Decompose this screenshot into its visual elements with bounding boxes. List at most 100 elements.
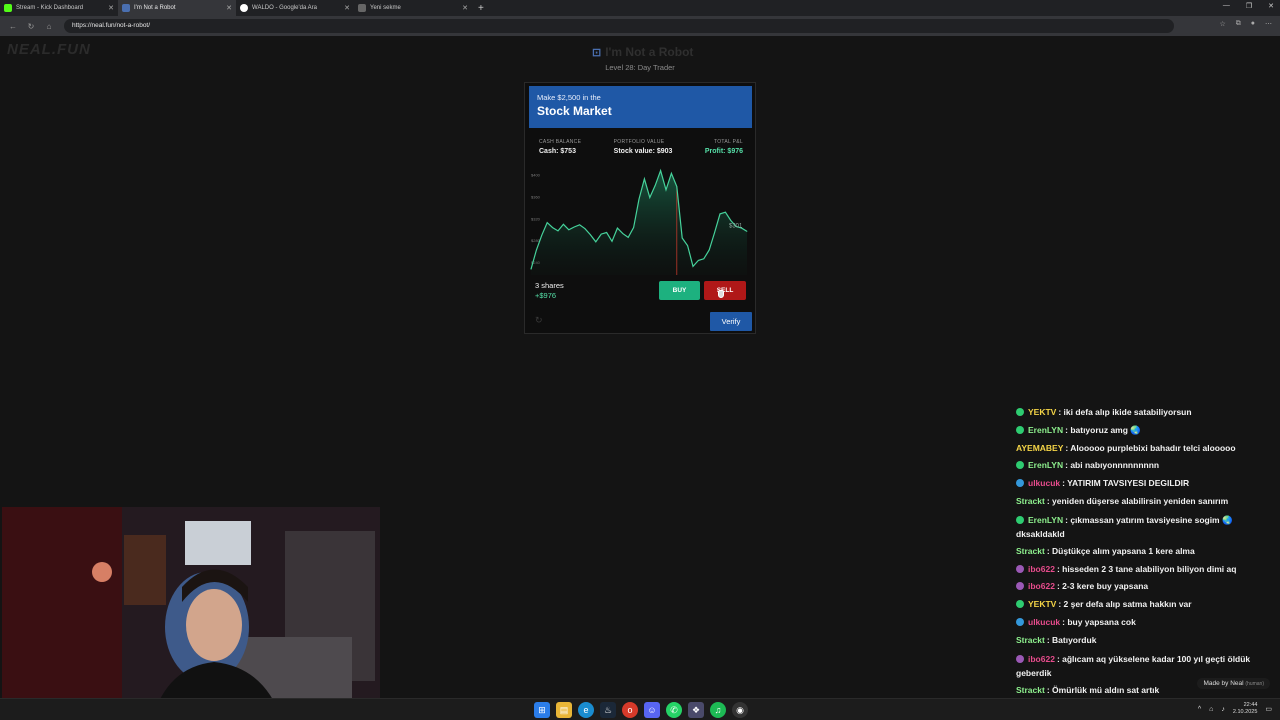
chat-username[interactable]: YEKTV xyxy=(1028,407,1056,417)
tab-new-tab[interactable]: Yeni sekme ✕ xyxy=(354,0,472,16)
extensions-icon[interactable]: ⧉ xyxy=(1236,20,1241,28)
chat-username[interactable]: ulkucuk xyxy=(1028,478,1060,488)
volume-icon[interactable]: ♪ xyxy=(1221,706,1225,713)
chat-username[interactable]: ibo622 xyxy=(1028,564,1055,574)
verify-button[interactable]: Verify xyxy=(710,312,752,331)
chat-message: ibo622: ağlıcam aq yükselene kadar 100 y… xyxy=(1016,650,1278,682)
chat-username[interactable]: Strackt xyxy=(1016,546,1045,556)
browser-tab-bar: Stream - Kick Dashboard ✕ I'm Not a Robo… xyxy=(0,0,1280,16)
price-point xyxy=(714,232,715,233)
cash-label: CASH BALANCE xyxy=(539,139,582,145)
home-icon[interactable]: ⌂ xyxy=(44,22,54,31)
chat-username[interactable]: ErenLYN xyxy=(1028,460,1063,470)
site-logo[interactable]: NEAL.FUN xyxy=(7,41,91,58)
edge-icon[interactable]: e xyxy=(578,702,594,718)
chat-message: Strackt: Düştükçe alım yapsana 1 kere al… xyxy=(1016,543,1278,561)
price-point xyxy=(649,197,651,198)
tab-label: WALDO - Google'da Ara xyxy=(252,5,317,11)
minimize-icon[interactable]: — xyxy=(1223,2,1230,10)
chat-username[interactable]: Strackt xyxy=(1016,685,1045,695)
start-icon[interactable]: ⊞ xyxy=(534,702,550,718)
chat-username[interactable]: ErenLYN xyxy=(1028,425,1063,435)
chat-badge-icon xyxy=(1016,515,1024,524)
chat-username[interactable]: ErenLYN xyxy=(1028,515,1063,525)
price-point xyxy=(606,232,607,233)
new-tab-button[interactable]: + xyxy=(478,3,484,14)
network-icon[interactable]: ⌂ xyxy=(1209,706,1213,713)
chat-username[interactable]: Strackt xyxy=(1016,496,1045,506)
reload-icon[interactable]: ↻ xyxy=(26,22,36,31)
chat-text: : buy yapsana cok xyxy=(1062,616,1136,627)
chat-message: AYEMABEY: Alooooo purplebixi bahadır tel… xyxy=(1016,440,1278,458)
cash-stat: CASH BALANCE Cash: $753 xyxy=(539,139,581,155)
tab-not-a-robot[interactable]: I'm Not a Robot ✕ xyxy=(118,0,236,16)
whatsapp-icon[interactable]: ✆ xyxy=(666,702,682,718)
menu-icon[interactable]: ⋯ xyxy=(1265,20,1272,28)
price-point xyxy=(617,227,618,229)
close-icon[interactable]: ✕ xyxy=(108,4,114,12)
price-point xyxy=(698,260,699,261)
address-bar-row: ← ↻ ⌂ https://neal.fun/not-a-robot/ ☆ ⧉ … xyxy=(0,16,1280,36)
sell-button[interactable]: SELL xyxy=(704,281,746,300)
shares-gain: +$976 xyxy=(535,291,557,300)
price-point xyxy=(595,241,597,243)
price-point xyxy=(708,249,710,251)
chat-username[interactable]: Strackt xyxy=(1016,635,1045,645)
chat-message: ulkucuk: buy yapsana cok xyxy=(1016,614,1278,632)
made-by-tag: (human) xyxy=(1245,681,1264,687)
chevron-up-icon[interactable]: ^ xyxy=(1198,706,1201,713)
webcam-overlay xyxy=(2,507,380,720)
page-title-text: I'm Not a Robot xyxy=(605,45,694,59)
close-icon[interactable]: ✕ xyxy=(344,4,350,12)
price-point xyxy=(568,229,570,231)
maximize-icon[interactable]: ❐ xyxy=(1246,2,1252,10)
obs-icon[interactable]: ◉ xyxy=(732,702,748,718)
buy-button[interactable]: BUY xyxy=(659,281,700,300)
chat-text: : batıyoruz amg 🌏 xyxy=(1065,424,1141,435)
made-by-badge[interactable]: Made by Neal (human) xyxy=(1197,678,1270,689)
chat-text: : YATIRIM TAVSIYESI DEGILDIR xyxy=(1062,478,1190,489)
page-title: ⊡ I'm Not a Robot xyxy=(592,45,693,59)
steam-icon[interactable]: ♨ xyxy=(600,702,616,718)
tab-kick-dashboard[interactable]: Stream - Kick Dashboard ✕ xyxy=(0,0,118,16)
chat-badge-icon xyxy=(1016,654,1024,663)
close-icon[interactable]: ✕ xyxy=(226,4,232,12)
price-point xyxy=(552,227,553,228)
bookmark-star-icon[interactable]: ☆ xyxy=(1219,20,1225,28)
chat-username[interactable]: AYEMABEY xyxy=(1016,443,1063,453)
chat-username[interactable]: ibo622 xyxy=(1028,581,1055,591)
clock[interactable]: 22:44 2.10.2025 xyxy=(1233,702,1257,716)
shares-count: 3 shares xyxy=(535,281,564,290)
price-point xyxy=(725,211,726,213)
chat-message: ErenLYN: abi nabıyonnnnnnnnn xyxy=(1016,457,1278,475)
tab-google-search[interactable]: WALDO - Google'da Ara ✕ xyxy=(236,0,354,16)
refresh-icon[interactable]: ↻ xyxy=(535,315,543,326)
spotify-icon[interactable]: ♫ xyxy=(710,702,726,718)
y-tick-label: $360 xyxy=(531,194,541,199)
chat-badge-icon xyxy=(1016,617,1024,626)
windows-taskbar: ⊞ ▤ e ♨ o ☺ ✆ ❖ ♫ ◉ ^ ⌂ ♪ 22:44 2.10.202… xyxy=(0,698,1280,720)
app-icon[interactable]: ❖ xyxy=(688,702,704,718)
chat-text: : Ömürlük mü aldın sat artık xyxy=(1046,684,1160,695)
clock-date: 2.10.2025 xyxy=(1232,709,1258,715)
file-explorer-icon[interactable]: ▤ xyxy=(556,702,572,718)
price-point xyxy=(584,228,586,230)
close-icon[interactable]: ✕ xyxy=(462,4,468,12)
pnl-value: Profit: $976 xyxy=(704,148,743,155)
back-icon[interactable]: ← xyxy=(8,22,18,31)
hand-cursor-icon xyxy=(718,290,724,298)
chat-message: ibo622: hisseden 2 3 tane alabiliyon bil… xyxy=(1016,561,1278,579)
profile-icon[interactable]: ● xyxy=(1251,20,1255,28)
opera-icon[interactable]: o xyxy=(622,702,638,718)
price-area-fill xyxy=(531,170,747,275)
url-input[interactable]: https://neal.fun/not-a-robot/ xyxy=(64,19,1174,33)
chat-username[interactable]: ulkucuk xyxy=(1028,617,1060,627)
price-chart: $400$360$320$280$240$301 xyxy=(530,168,748,275)
objective-line-2: Stock Market xyxy=(537,104,612,118)
notification-icon[interactable]: ▭ xyxy=(1265,705,1272,713)
chat-username[interactable]: ibo622 xyxy=(1028,654,1055,664)
chat-username[interactable]: YEKTV xyxy=(1028,599,1056,609)
y-tick-label: $320 xyxy=(531,216,541,221)
close-window-icon[interactable]: ✕ xyxy=(1268,2,1274,10)
discord-icon[interactable]: ☺ xyxy=(644,702,660,718)
